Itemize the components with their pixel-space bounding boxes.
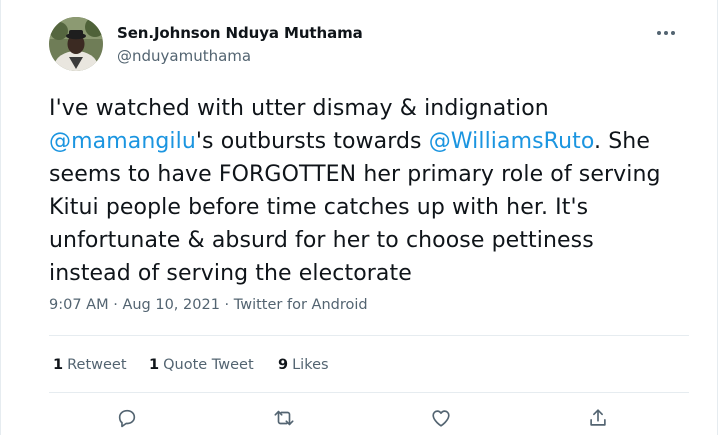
tweet-text-line: I've watched with utter dismay & indigna… bbox=[49, 96, 549, 121]
author-name[interactable]: Sen.Johnson Nduya Muthama bbox=[117, 24, 363, 42]
retweet-count: 1 bbox=[53, 357, 64, 373]
tweet-text-line: instead of serving the electorate bbox=[49, 261, 412, 286]
mention-link[interactable]: @WilliamsRuto bbox=[429, 129, 594, 154]
tweet-time[interactable]: 9:07 AM bbox=[49, 297, 109, 313]
mention-link[interactable]: @mamangilu bbox=[49, 129, 196, 154]
tweet-text-line: seems to have FORGOTTEN her primary role… bbox=[49, 162, 661, 187]
like-icon[interactable] bbox=[428, 405, 454, 431]
tweet-text-segment: 's outbursts towards bbox=[195, 129, 429, 154]
share-icon[interactable] bbox=[585, 405, 611, 431]
tweet-card: Sen.Johnson Nduya Muthama @nduyamuthama … bbox=[0, 0, 718, 435]
quote-tweet-stat[interactable]: 1 Quote Tweet bbox=[149, 357, 254, 373]
likes-label: Likes bbox=[292, 357, 329, 373]
divider bbox=[49, 335, 689, 336]
author-handle[interactable]: @nduyamuthama bbox=[117, 47, 251, 65]
avatar[interactable] bbox=[49, 17, 103, 71]
tweet-meta: 9:07 AM · Aug 10, 2021 · Twitter for And… bbox=[49, 297, 368, 313]
reply-icon[interactable] bbox=[114, 405, 140, 431]
quote-tweet-count: 1 bbox=[149, 357, 160, 373]
divider bbox=[49, 392, 689, 393]
retweet-label: Retweet bbox=[67, 357, 127, 373]
avatar-photo bbox=[49, 17, 103, 71]
tweet-text-segment: . She bbox=[594, 129, 650, 154]
tweet-text-line: Kitui people before time catches up with… bbox=[49, 195, 589, 220]
quote-tweet-label: Quote Tweet bbox=[163, 357, 254, 373]
meta-separator: · bbox=[108, 297, 123, 313]
tweet-text-line: unfortunate & absurd for her to choose p… bbox=[49, 228, 594, 253]
meta-separator: · bbox=[219, 297, 234, 313]
tweet-text-line: @mamangilu's outbursts towards @Williams… bbox=[49, 125, 689, 158]
likes-stat[interactable]: 9 Likes bbox=[278, 357, 329, 373]
likes-count: 9 bbox=[278, 357, 289, 373]
tweet-source[interactable]: Twitter for Android bbox=[234, 297, 368, 313]
retweet-icon[interactable] bbox=[271, 405, 297, 431]
more-options-icon[interactable] bbox=[653, 26, 679, 40]
retweet-stat[interactable]: 1 Retweet bbox=[53, 357, 127, 373]
tweet-text: I've watched with utter dismay & indigna… bbox=[49, 92, 689, 290]
tweet-date[interactable]: Aug 10, 2021 bbox=[122, 297, 220, 313]
